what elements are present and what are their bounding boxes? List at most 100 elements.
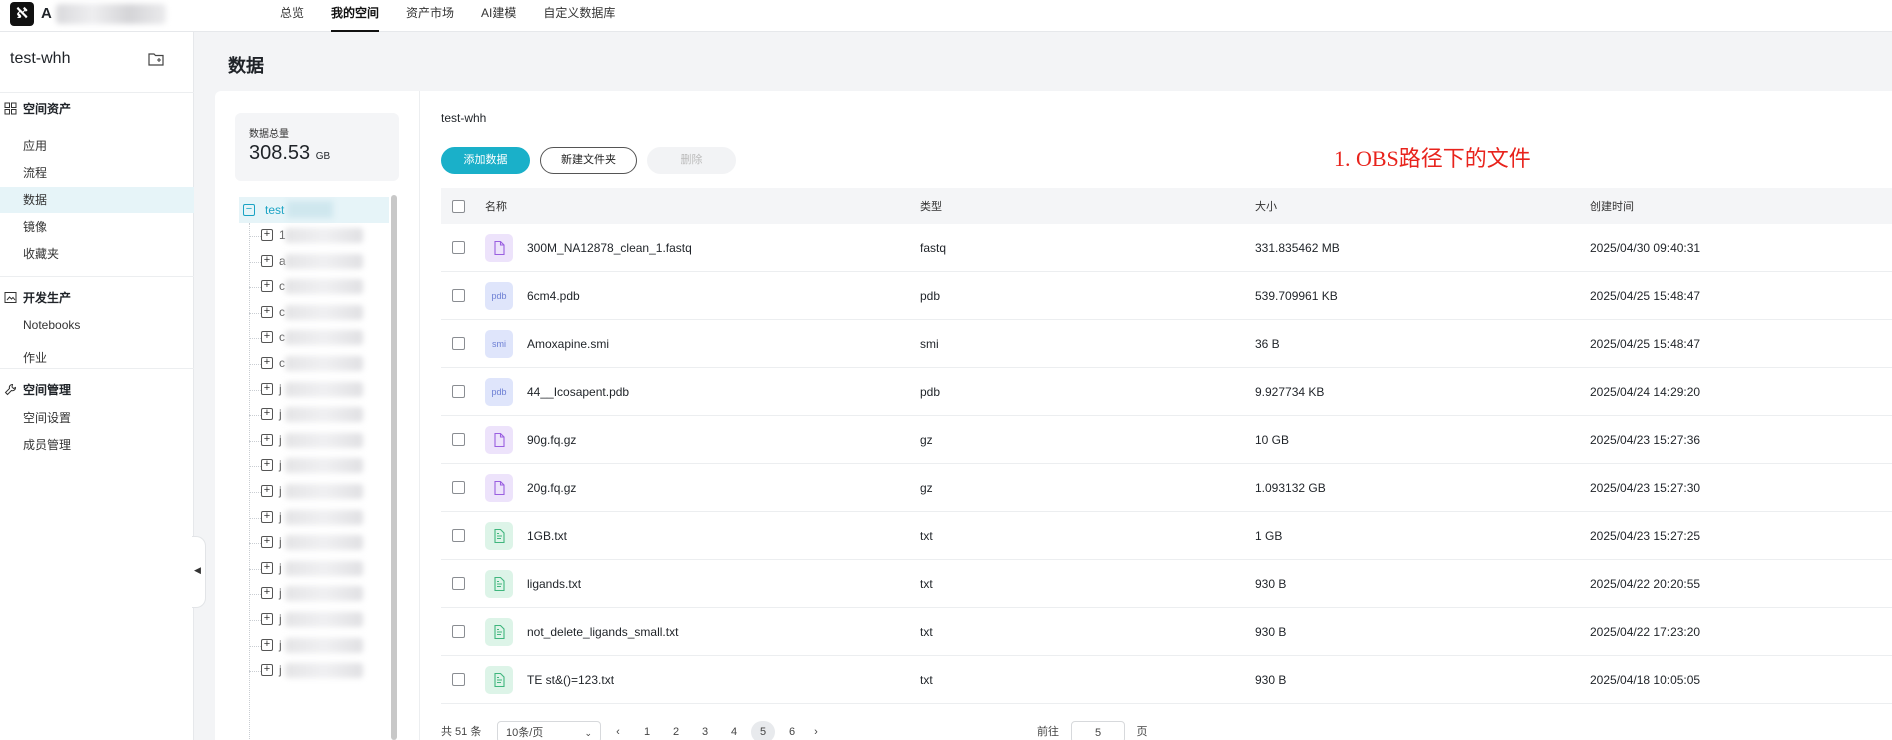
expand-icon[interactable]: + — [261, 433, 273, 446]
tree-node[interactable]: + j — [239, 658, 389, 684]
expand-icon[interactable]: + — [261, 587, 273, 600]
tree-node[interactable]: + a — [239, 249, 389, 275]
file-name-link[interactable]: 44__Icosapent.pdb — [527, 385, 629, 399]
expand-icon[interactable]: + — [261, 459, 273, 472]
tree-node[interactable]: + j — [239, 402, 389, 428]
nav-custom-database[interactable]: 自定义数据库 — [543, 0, 615, 32]
expand-icon[interactable]: + — [261, 664, 273, 677]
expand-icon[interactable]: + — [261, 357, 273, 369]
redacted-text — [285, 612, 363, 627]
expand-icon[interactable]: + — [261, 305, 273, 318]
table-row[interactable]: 20g.fq.gz gz 1.093132 GB 2025/04/23 15:27:3… — [441, 464, 1892, 512]
file-name-link[interactable]: not_delete_ligands_small.txt — [527, 625, 678, 639]
page-number-button[interactable]: 6 — [780, 721, 804, 740]
tree-node[interactable]: + j — [239, 607, 389, 633]
table-row[interactable]: TE st&()=123.txt txt 930 B 2025/04/18 10:05… — [441, 656, 1892, 704]
expand-icon[interactable]: + — [261, 510, 273, 523]
next-page-button[interactable]: › — [809, 721, 823, 740]
tree-node[interactable]: + j — [239, 428, 389, 454]
file-name-link[interactable]: 300M_NA12878_clean_1.fastq — [527, 241, 692, 255]
nav-asset-market[interactable]: 资产市场 — [406, 0, 454, 32]
row-checkbox[interactable] — [452, 481, 465, 494]
row-checkbox[interactable] — [452, 577, 465, 590]
sidebar-item-images[interactable]: 镜像 — [0, 214, 194, 240]
tree-node[interactable]: + c — [239, 325, 389, 351]
table-row[interactable]: 90g.fq.gz gz 10 GB 2025/04/23 15:27:36 — [441, 416, 1892, 464]
table-row[interactable]: 1GB.txt txt 1 GB 2025/04/23 15:27:25 — [441, 512, 1892, 560]
tree-node[interactable]: +1 — [239, 223, 389, 249]
row-checkbox[interactable] — [452, 289, 465, 302]
row-checkbox[interactable] — [452, 337, 465, 350]
table-row[interactable]: pdb 6cm4.pdb pdb 539.709961 KB 2025/04/25 15… — [441, 272, 1892, 320]
row-checkbox[interactable] — [452, 433, 465, 446]
page-number-button[interactable]: 5 — [751, 721, 775, 740]
expand-icon[interactable]: + — [261, 280, 273, 293]
expand-icon[interactable]: + — [261, 408, 273, 421]
new-folder-button[interactable]: 新建文件夹 — [540, 147, 637, 174]
expand-icon[interactable]: + — [261, 638, 273, 651]
tree-node[interactable]: + j — [239, 453, 389, 479]
prev-page-button[interactable]: ‹ — [611, 721, 625, 740]
collapse-icon[interactable]: − — [243, 204, 255, 216]
expand-icon[interactable]: + — [261, 536, 273, 549]
page-suffix: 页 — [1136, 726, 1148, 738]
table-row[interactable]: not_delete_ligands_small.txt txt 930 B 2025… — [441, 608, 1892, 656]
add-data-button[interactable]: 添加数据 — [441, 147, 530, 174]
row-checkbox[interactable] — [452, 385, 465, 398]
page-number-button[interactable]: 3 — [693, 721, 717, 740]
expand-icon[interactable]: + — [261, 229, 273, 241]
folder-switch-icon[interactable] — [148, 52, 164, 66]
nav-overview[interactable]: 总览 — [280, 0, 304, 32]
row-checkbox[interactable] — [452, 673, 465, 686]
tree-node[interactable]: + j — [239, 479, 389, 505]
sidebar-item-notebooks[interactable]: Notebooks — [0, 312, 194, 338]
sidebar-item-flows[interactable]: 流程 — [0, 160, 194, 186]
page-number-button[interactable]: 2 — [664, 721, 688, 740]
table-row[interactable]: smi Amoxapine.smi smi 36 B 2025/04/25 15:48:… — [441, 320, 1892, 368]
nav-ai-modeling[interactable]: AI建模 — [481, 0, 516, 32]
expand-icon[interactable]: + — [261, 561, 273, 574]
tree-node[interactable]: + j — [239, 581, 389, 607]
file-name-link[interactable]: 6cm4.pdb — [527, 289, 580, 303]
file-name-link[interactable]: 1GB.txt — [527, 529, 567, 543]
row-checkbox[interactable] — [452, 625, 465, 638]
tree-node[interactable]: + c — [239, 300, 389, 326]
sidebar-item-members[interactable]: 成员管理 — [0, 432, 194, 458]
expand-icon[interactable]: + — [261, 382, 273, 395]
row-checkbox[interactable] — [452, 529, 465, 542]
sidebar-item-data[interactable]: 数据 — [0, 187, 194, 213]
file-name-link[interactable]: TE st&()=123.txt — [527, 673, 614, 687]
expand-icon[interactable]: + — [261, 331, 273, 344]
file-name-link[interactable]: ligands.txt — [527, 577, 581, 591]
tree-node[interactable]: + c — [239, 274, 389, 300]
tree-node[interactable]: + j — [239, 505, 389, 531]
sidebar-item-space-settings[interactable]: 空间设置 — [0, 405, 194, 431]
tree-root-node[interactable]: − test — [239, 197, 389, 223]
expand-icon[interactable]: + — [261, 254, 273, 267]
app-logo[interactable]: ℵ — [10, 2, 34, 26]
page-number-button[interactable]: 4 — [722, 721, 746, 740]
select-all-checkbox[interactable] — [452, 199, 465, 213]
file-name-link[interactable]: 90g.fq.gz — [527, 433, 576, 447]
tree-node[interactable]: + j — [239, 556, 389, 582]
tree-node[interactable]: + j — [239, 377, 389, 403]
tree-scrollbar[interactable] — [391, 195, 397, 740]
table-row[interactable]: 300M_NA12878_clean_1.fastq fastq 331.83546… — [441, 224, 1892, 272]
tree-node[interactable]: + j — [239, 530, 389, 556]
page-number-button[interactable]: 1 — [635, 721, 659, 740]
tree-node[interactable]: + j — [239, 633, 389, 659]
sidebar-item-favorites[interactable]: 收藏夹 — [0, 241, 194, 267]
goto-page-input[interactable]: 5 — [1071, 721, 1125, 740]
table-row[interactable]: ligands.txt txt 930 B 2025/04/22 20:20:55 — [441, 560, 1892, 608]
file-name-link[interactable]: 20g.fq.gz — [527, 481, 576, 495]
table-row[interactable]: pdb 44__Icosapent.pdb pdb 9.927734 KB 2025/0… — [441, 368, 1892, 416]
row-checkbox[interactable] — [452, 241, 465, 254]
expand-icon[interactable]: + — [261, 613, 273, 625]
sidebar-item-apps[interactable]: 应用 — [0, 133, 194, 159]
file-name-link[interactable]: Amoxapine.smi — [527, 337, 609, 351]
sidebar-collapse-toggle[interactable]: ◀ — [192, 536, 206, 608]
nav-my-space[interactable]: 我的空间 — [331, 0, 380, 32]
tree-node[interactable]: + c — [239, 351, 389, 377]
expand-icon[interactable]: + — [261, 485, 273, 497]
page-size-select[interactable]: 10条/页 ⌄ — [497, 721, 601, 740]
